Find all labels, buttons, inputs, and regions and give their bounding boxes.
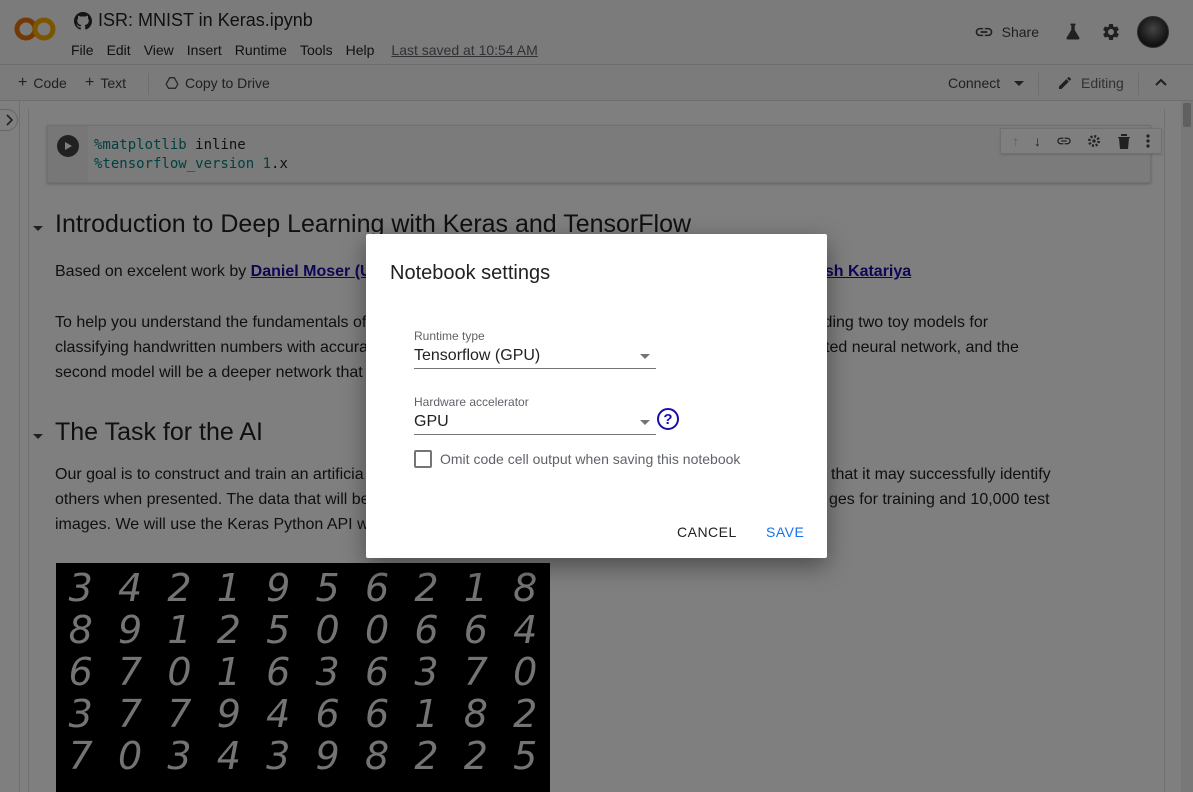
dialog-title: Notebook settings [390,262,551,284]
cancel-button[interactable]: CANCEL [677,524,737,540]
hardware-accelerator-select[interactable]: GPU [414,411,656,435]
omit-output-label[interactable]: Omit code cell output when saving this n… [440,451,740,467]
omit-output-checkbox[interactable] [414,450,432,468]
runtime-type-label: Runtime type [414,329,485,343]
hardware-accelerator-label: Hardware accelerator [414,395,529,409]
help-icon[interactable]: ? [657,408,679,430]
hardware-accelerator-value: GPU [414,413,449,430]
save-button[interactable]: SAVE [766,524,804,540]
runtime-type-value: Tensorflow (GPU) [414,347,541,364]
runtime-type-select[interactable]: Tensorflow (GPU) [414,345,656,369]
dropdown-arrow-icon [640,354,650,359]
notebook-settings-dialog: Notebook settings Runtime type Tensorflo… [366,234,827,558]
dropdown-arrow-icon [640,420,650,425]
